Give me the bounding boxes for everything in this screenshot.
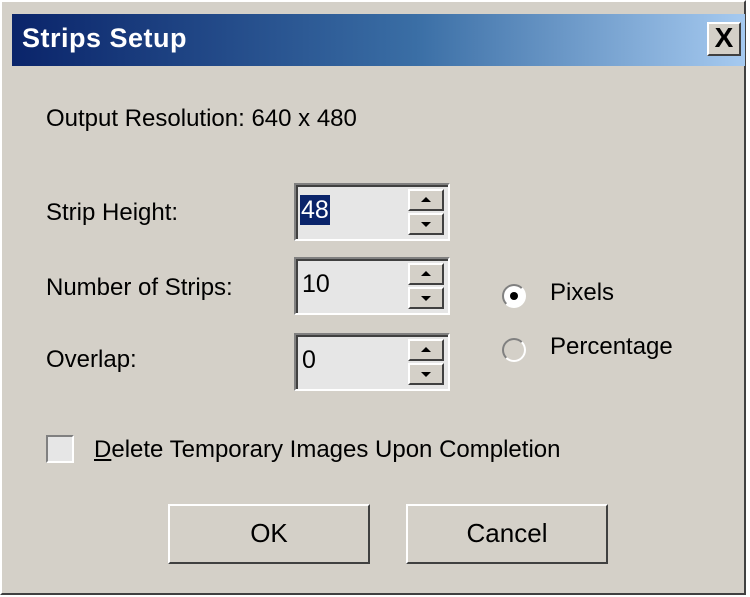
up-arrow-icon <box>421 347 431 352</box>
percentage-label: Percentage <box>550 333 673 360</box>
number-of-strips-label: Number of Strips: <box>46 274 233 301</box>
strip-height-label: Strip Height: <box>46 199 179 226</box>
close-button[interactable]: X <box>707 22 741 56</box>
strip-height-spinner: 48 <box>294 183 450 241</box>
up-arrow-icon <box>421 197 431 202</box>
strip-height-decrement-button[interactable] <box>408 213 444 235</box>
close-icon: X <box>714 22 734 53</box>
cancel-button[interactable]: Cancel <box>406 504 608 564</box>
down-arrow-icon <box>421 222 431 227</box>
overlap-increment-button[interactable] <box>408 339 444 361</box>
title-bar[interactable]: Strips Setup X <box>12 14 745 66</box>
down-arrow-icon <box>421 296 431 301</box>
down-arrow-icon <box>421 372 431 377</box>
overlap-label: Overlap: <box>46 346 137 373</box>
overlap-input[interactable]: 0 <box>302 345 316 375</box>
number-of-strips-decrement-button[interactable] <box>408 287 444 309</box>
output-resolution-label: Output Resolution: 640 x 480 <box>46 105 357 132</box>
delete-temp-images-label[interactable]: Delete Temporary Images Upon Completion <box>94 436 560 464</box>
window-title: Strips Setup <box>22 23 188 53</box>
delete-temp-images-text: elete Temporary Images Upon Completion <box>111 436 561 463</box>
overlap-spinner: 0 <box>294 333 450 391</box>
number-of-strips-spinner: 10 <box>294 257 450 315</box>
pixels-label: Pixels <box>550 279 615 306</box>
mnemonic-letter: D <box>94 436 112 463</box>
number-of-strips-increment-button[interactable] <box>408 263 444 285</box>
strip-height-increment-button[interactable] <box>408 189 444 211</box>
percentage-radio[interactable] <box>502 338 526 362</box>
number-of-strips-input[interactable]: 10 <box>302 269 330 299</box>
overlap-decrement-button[interactable] <box>408 363 444 385</box>
up-arrow-icon <box>421 271 431 276</box>
strips-setup-dialog: Strips Setup X Output Resolution: 640 x … <box>0 0 746 595</box>
delete-temp-images-checkbox[interactable] <box>46 435 74 463</box>
strip-height-input[interactable]: 48 <box>300 195 330 225</box>
pixels-radio[interactable] <box>502 284 526 308</box>
radio-selected-dot <box>510 292 518 300</box>
ok-button[interactable]: OK <box>168 504 370 564</box>
